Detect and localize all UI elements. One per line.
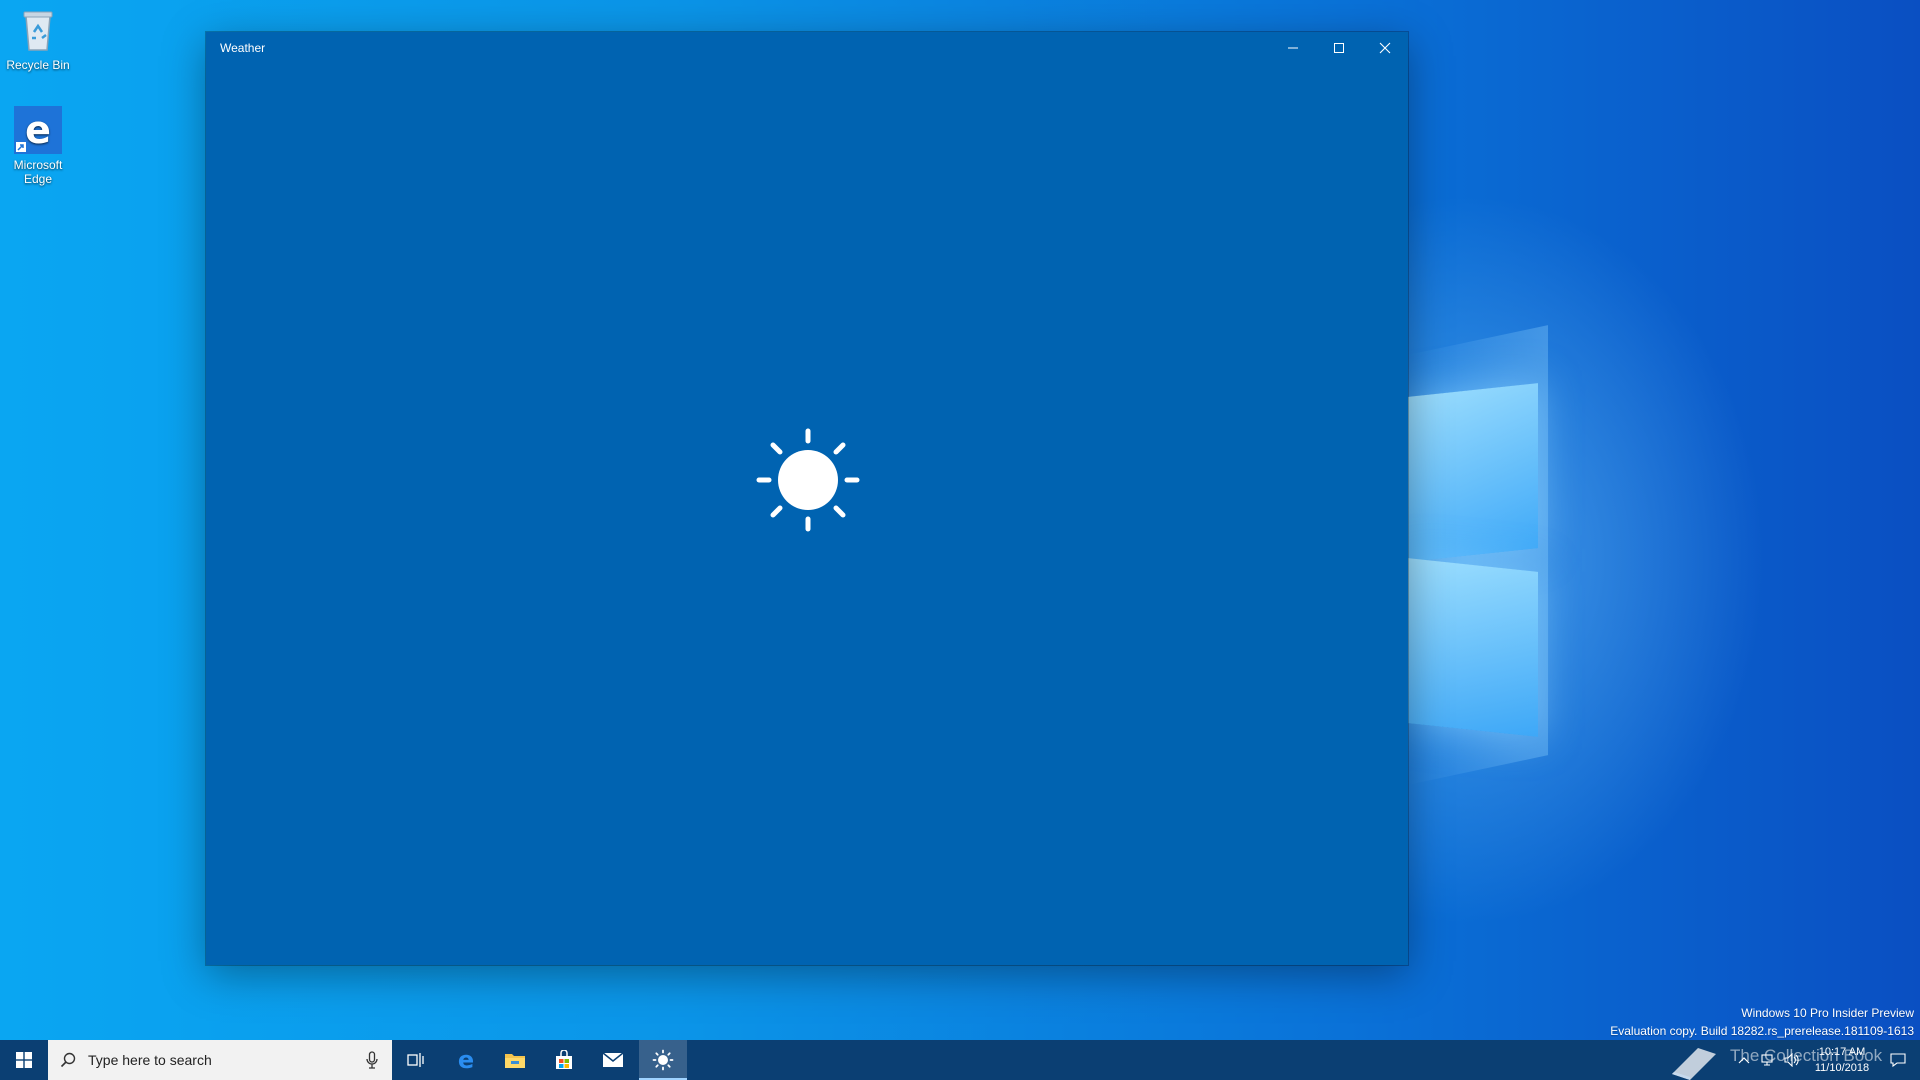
title-bar[interactable]: Weather xyxy=(206,32,1408,64)
close-button[interactable] xyxy=(1362,32,1408,64)
notification-icon xyxy=(1890,1053,1906,1068)
window-title: Weather xyxy=(220,41,266,55)
search-box[interactable]: Type here to search xyxy=(48,1040,392,1080)
clock-date: 11/10/2018 xyxy=(1814,1062,1870,1074)
maximize-icon xyxy=(1334,43,1344,53)
close-icon xyxy=(1379,42,1391,54)
desktop-icon-edge[interactable]: e Microsoft Edge xyxy=(1,106,75,186)
taskbar-store-button[interactable] xyxy=(540,1040,588,1080)
clock-button[interactable]: 10:17 AM 11/10/2018 xyxy=(1804,1040,1880,1080)
edge-icon: e xyxy=(458,1049,474,1071)
svg-text:e: e xyxy=(458,1049,474,1071)
logo-pane-top xyxy=(1408,383,1538,562)
recycle-bin-icon xyxy=(14,6,62,54)
windows-start-icon xyxy=(16,1052,32,1068)
file-explorer-icon xyxy=(505,1054,525,1068)
volume-icon xyxy=(1784,1053,1799,1067)
watermark-build: Evaluation copy. Build 18282.rs_prerelea… xyxy=(1610,1024,1914,1038)
task-view-icon xyxy=(407,1053,424,1067)
action-center-button[interactable] xyxy=(1880,1040,1916,1080)
desktop-icon-label: Microsoft Edge xyxy=(13,158,63,186)
svg-text:e: e xyxy=(25,108,51,152)
taskbar-edge-button[interactable]: e xyxy=(442,1040,490,1080)
taskbar-weather-button[interactable] xyxy=(639,1040,687,1080)
logo-pane-bottom xyxy=(1408,558,1538,737)
show-hidden-icons-button[interactable] xyxy=(1732,1040,1756,1080)
watermark-edition: Windows 10 Pro Insider Preview xyxy=(1741,1006,1914,1020)
search-placeholder: Type here to search xyxy=(88,1052,212,1068)
search-icon xyxy=(60,1052,76,1068)
mail-icon xyxy=(602,1052,624,1067)
task-view-button[interactable] xyxy=(392,1040,440,1080)
minimize-icon xyxy=(1288,47,1298,49)
taskbar: Type here to search e The Collection Boo… xyxy=(0,1040,1920,1080)
network-icon xyxy=(1761,1054,1773,1066)
weather-icon xyxy=(652,1049,674,1071)
maximize-button[interactable] xyxy=(1316,32,1362,64)
desktop-icon-recycle-bin[interactable]: Recycle Bin xyxy=(1,6,75,72)
store-icon xyxy=(556,1050,572,1069)
chevron-up-icon xyxy=(1738,1057,1750,1064)
edge-icon: e xyxy=(14,106,62,154)
start-button[interactable] xyxy=(0,1040,48,1080)
microphone-icon[interactable] xyxy=(366,1051,378,1069)
network-button[interactable] xyxy=(1756,1040,1780,1080)
taskbar-file-explorer-button[interactable] xyxy=(491,1040,539,1080)
taskbar-mail-button[interactable] xyxy=(589,1040,637,1080)
volume-button[interactable] xyxy=(1780,1040,1804,1080)
clock-time: 10:17 AM xyxy=(1818,1046,1866,1058)
minimize-button[interactable] xyxy=(1270,32,1316,64)
book-logo-icon xyxy=(1672,1048,1716,1080)
weather-window[interactable]: Weather xyxy=(206,32,1408,965)
desktop-icon-label: Recycle Bin xyxy=(6,58,70,72)
sun-icon xyxy=(756,428,860,532)
